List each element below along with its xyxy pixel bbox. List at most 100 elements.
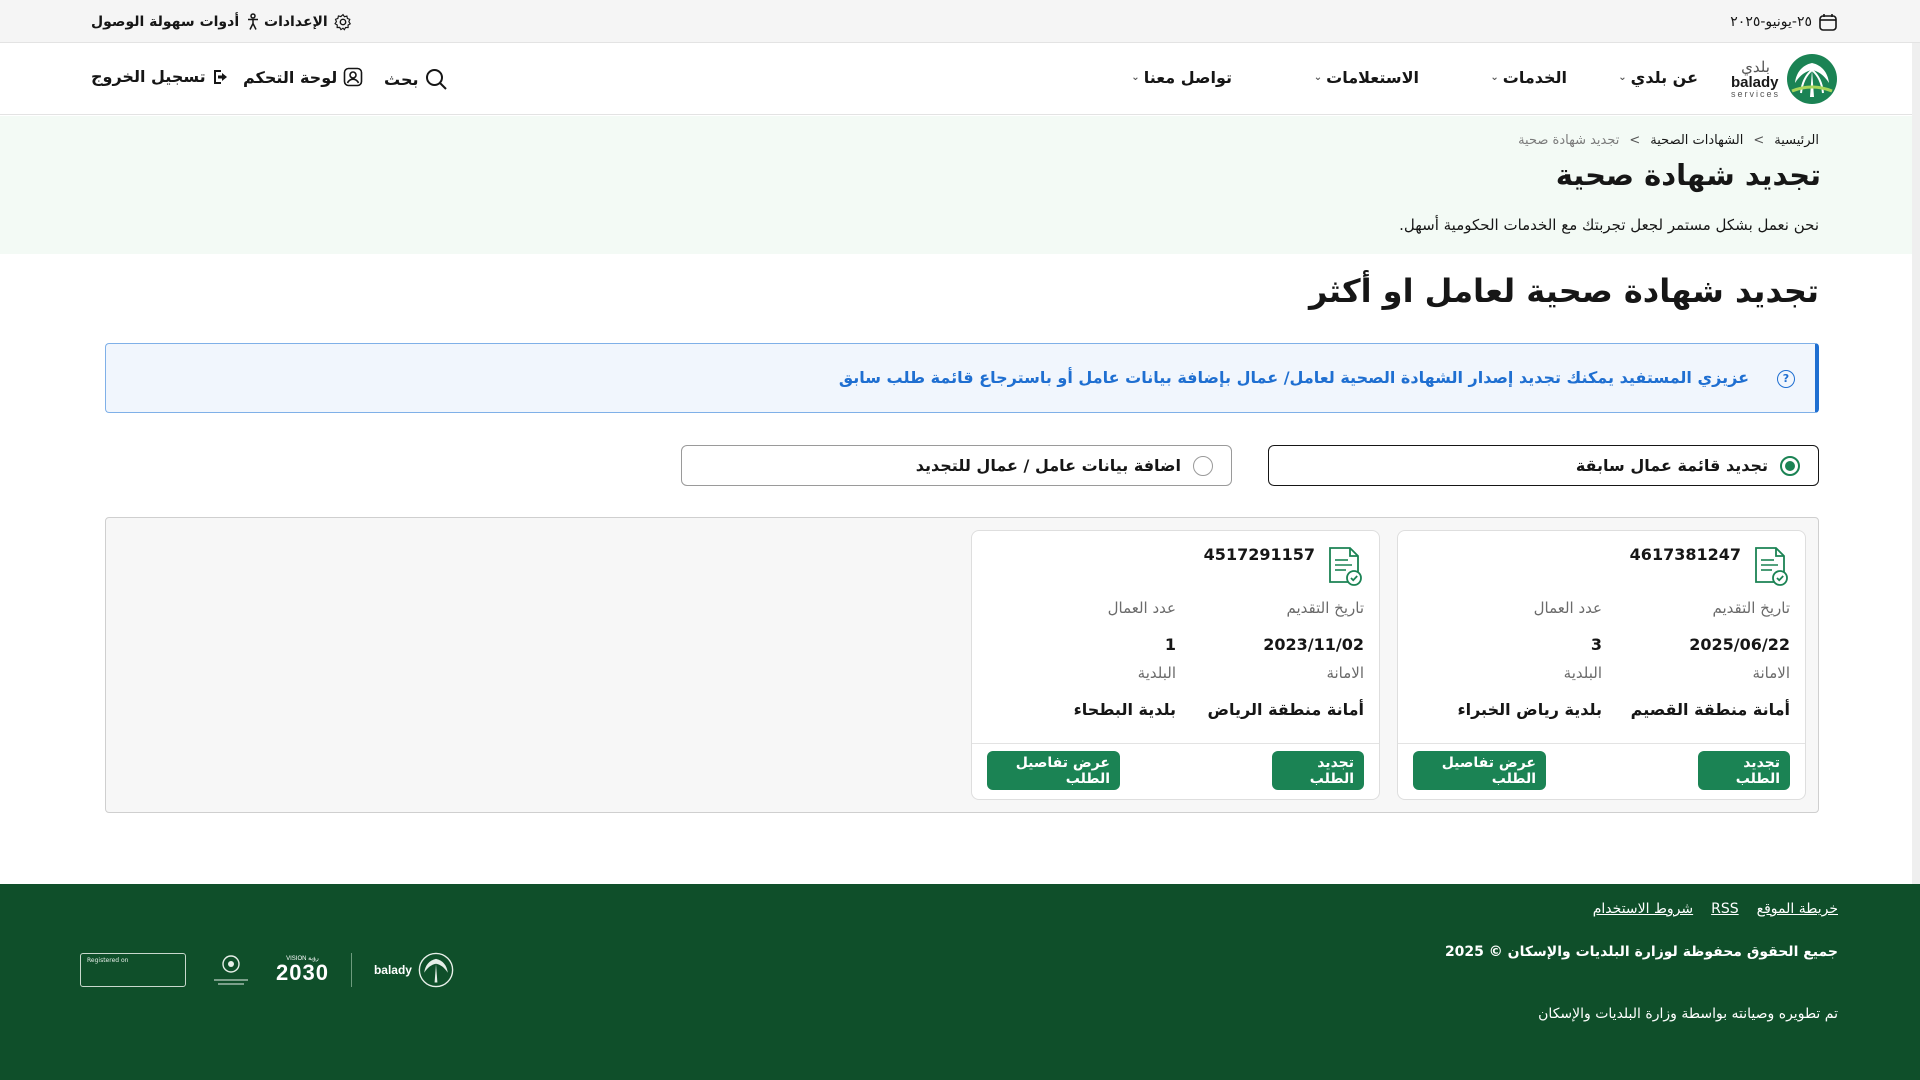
breadcrumb-home[interactable]: الرئيسية: [1774, 133, 1819, 148]
nav-about-label: عن بلدي: [1630, 68, 1698, 87]
dashboard-button[interactable]: لوحة التحكم: [243, 67, 363, 87]
calendar-icon: [1819, 14, 1837, 31]
municipality-value: بلدية البطحاء: [1073, 700, 1176, 719]
info-alert: ? عزيزي المستفيد يمكنك تجديد إصدار الشها…: [105, 343, 1819, 413]
site-footer: خريطة الموقع RSS شروط الاستخدام جميع الح…: [0, 884, 1920, 1080]
nav-services[interactable]: الخدمات ⌄: [1490, 68, 1567, 87]
dga-registration-badge[interactable]: Registered on: [80, 953, 186, 987]
amana-value: أمانة منطقة الرياض: [1207, 700, 1364, 719]
request-card: 4517291157 تاريخ التقديم عدد العمال 2023…: [971, 530, 1380, 800]
amana-label: الامانة: [1326, 664, 1364, 682]
nav-contact[interactable]: تواصل معنا ⌄: [1131, 68, 1232, 87]
chevron-down-icon: ⌄: [1313, 72, 1323, 83]
radio-button[interactable]: [1193, 455, 1213, 476]
page-hero: الرئيسية > الشهادات الصحية > تجديد شهادة…: [0, 116, 1920, 254]
footer-logo-text: balady: [373, 963, 412, 977]
nav-inquiries-label: الاستعلامات: [1326, 68, 1419, 87]
footer-link-sitemap[interactable]: خريطة الموقع: [1757, 901, 1838, 917]
view-request-details-button[interactable]: عرض تفاصيل الطلب: [987, 751, 1120, 790]
amana-value: أمانة منطقة القصيم: [1630, 700, 1790, 719]
request-number: 4617381247: [1629, 545, 1741, 564]
logo-text-en: balady: [1730, 73, 1779, 91]
submission-date-label: تاريخ التقديم: [1286, 599, 1365, 617]
submission-date-value: 2025/06/22: [1689, 635, 1790, 654]
logo-separator: [350, 953, 352, 987]
view-request-details-button[interactable]: عرض تفاصيل الطلب: [1413, 751, 1546, 790]
logout-icon: [213, 69, 227, 84]
help-circle-icon: ?: [1777, 370, 1795, 388]
option-renew-previous-list-label: تجديد قائمة عمال سابقة: [1575, 456, 1768, 475]
radio-button-selected[interactable]: [1780, 455, 1800, 476]
utility-bar: ٢٥-يونيو-٢٠٢٥ الإعدادات أدوات سهولة الوص…: [0, 0, 1920, 43]
renew-request-button[interactable]: تجديد الطلب: [1272, 751, 1364, 790]
palm-logo-icon: [1787, 54, 1837, 104]
card-divider: [1398, 743, 1805, 744]
breadcrumb-separator: >: [1753, 133, 1765, 148]
page-scrollbar[interactable]: [1912, 43, 1920, 884]
logo-wordmark: بلدي balady services: [1731, 60, 1780, 99]
nav-contact-label: تواصل معنا: [1143, 68, 1232, 87]
info-alert-text: عزيزي المستفيد يمكنك تجديد إصدار الشهادة…: [838, 368, 1749, 387]
date-text: ٢٥-يونيو-٢٠٢٥: [1730, 14, 1812, 30]
search-label: بحث: [384, 69, 419, 89]
option-renew-previous-list[interactable]: تجديد قائمة عمال سابقة: [1268, 445, 1819, 486]
footer-link-rss[interactable]: RSS: [1711, 901, 1739, 917]
settings-button[interactable]: الإعدادات: [264, 13, 352, 31]
chevron-down-icon: ⌄: [1490, 72, 1499, 83]
chevron-down-icon: ⌄: [1131, 72, 1140, 83]
footer-copyright: جميع الحقوق محفوظة لوزارة البلديات والإس…: [1444, 944, 1838, 960]
municipality-value: بلدية رياض الخبراء: [1457, 700, 1602, 719]
balady-logo[interactable]: بلدي balady services: [1731, 53, 1838, 105]
search-icon: [426, 69, 448, 90]
logo-text-ar: بلدي: [1741, 58, 1770, 76]
approved-document-icon: [1329, 547, 1362, 586]
vision-2030-logo: VISION رؤية 2030: [276, 956, 329, 984]
footer-link-terms[interactable]: شروط الاستخدام: [1593, 901, 1693, 917]
renew-request-button[interactable]: تجديد الطلب: [1698, 751, 1790, 790]
breadcrumb: الرئيسية > الشهادات الصحية > تجديد شهادة…: [1518, 133, 1819, 148]
submission-date-label: تاريخ التقديم: [1712, 599, 1791, 617]
palm-logo-icon: [418, 952, 454, 988]
chevron-down-icon: ⌄: [1618, 72, 1627, 83]
main-header: بلدي balady services عن بلدي ⌄ الخدمات ⌄…: [0, 43, 1920, 115]
breadcrumb-health-certificates[interactable]: الشهادات الصحية: [1650, 133, 1743, 148]
nav-services-label: الخدمات: [1502, 68, 1567, 87]
accessibility-tools-button[interactable]: أدوات سهولة الوصول: [91, 13, 261, 31]
settings-label: الإعدادات: [264, 14, 328, 30]
gear-icon: [333, 13, 351, 31]
request-number: 4517291157: [1203, 545, 1315, 564]
search-button[interactable]: بحث: [384, 67, 448, 91]
balady-footer-logo: balady: [374, 952, 454, 988]
option-add-workers[interactable]: اضافة بيانات عامل / عمال للتجديد: [681, 445, 1232, 486]
option-add-workers-label: اضافة بيانات عامل / عمال للتجديد: [915, 456, 1181, 475]
hero-title: تجديد شهادة صحية: [1555, 158, 1821, 192]
nav-inquiries[interactable]: الاستعلامات ⌄: [1314, 68, 1419, 87]
logout-label: تسجيل الخروج: [91, 67, 206, 86]
accessibility-label: أدوات سهولة الوصول: [91, 14, 240, 30]
logout-button[interactable]: تسجيل الخروج: [91, 67, 232, 86]
workers-count-value: 1: [1164, 635, 1176, 654]
dashboard-label: لوحة التحكم: [243, 67, 338, 87]
page-title: تجديد شهادة صحية لعامل او أكثر: [1308, 272, 1819, 310]
footer-links: خريطة الموقع RSS شروط الاستخدام: [1593, 901, 1838, 917]
previous-requests-list: 4617381247 تاريخ التقديم عدد العمال 2025…: [105, 517, 1819, 813]
workers-count-label: عدد العمال: [1107, 599, 1176, 617]
date-display: ٢٥-يونيو-٢٠٢٥: [1730, 12, 1838, 32]
municipality-label: البلدية: [1137, 664, 1176, 682]
vision-big-text: 2030: [276, 960, 329, 985]
breadcrumb-separator: >: [1629, 133, 1641, 148]
card-divider: [972, 743, 1379, 744]
workers-count-value: 3: [1590, 635, 1602, 654]
logo-text-services: services: [1730, 88, 1780, 99]
hero-subtitle: نحن نعمل بشكل مستمر لجعل تجربتك مع الخدم…: [1399, 216, 1819, 234]
nav-about[interactable]: عن بلدي ⌄: [1618, 68, 1698, 87]
accessibility-icon: [248, 13, 259, 30]
footer-partner-logos: Registered on VISION رؤية 2030 balady: [80, 952, 454, 988]
municipality-label: البلدية: [1563, 664, 1602, 682]
approved-document-icon: [1755, 547, 1788, 586]
workers-count-label: عدد العمال: [1533, 599, 1602, 617]
quality-program-logo-icon: [214, 955, 248, 985]
breadcrumb-current: تجديد شهادة صحية: [1518, 133, 1620, 148]
request-card: 4617381247 تاريخ التقديم عدد العمال 2025…: [1397, 530, 1806, 800]
footer-developed-by: تم تطويره وصيانته بواسطة وزارة البلديات …: [1538, 1006, 1838, 1022]
